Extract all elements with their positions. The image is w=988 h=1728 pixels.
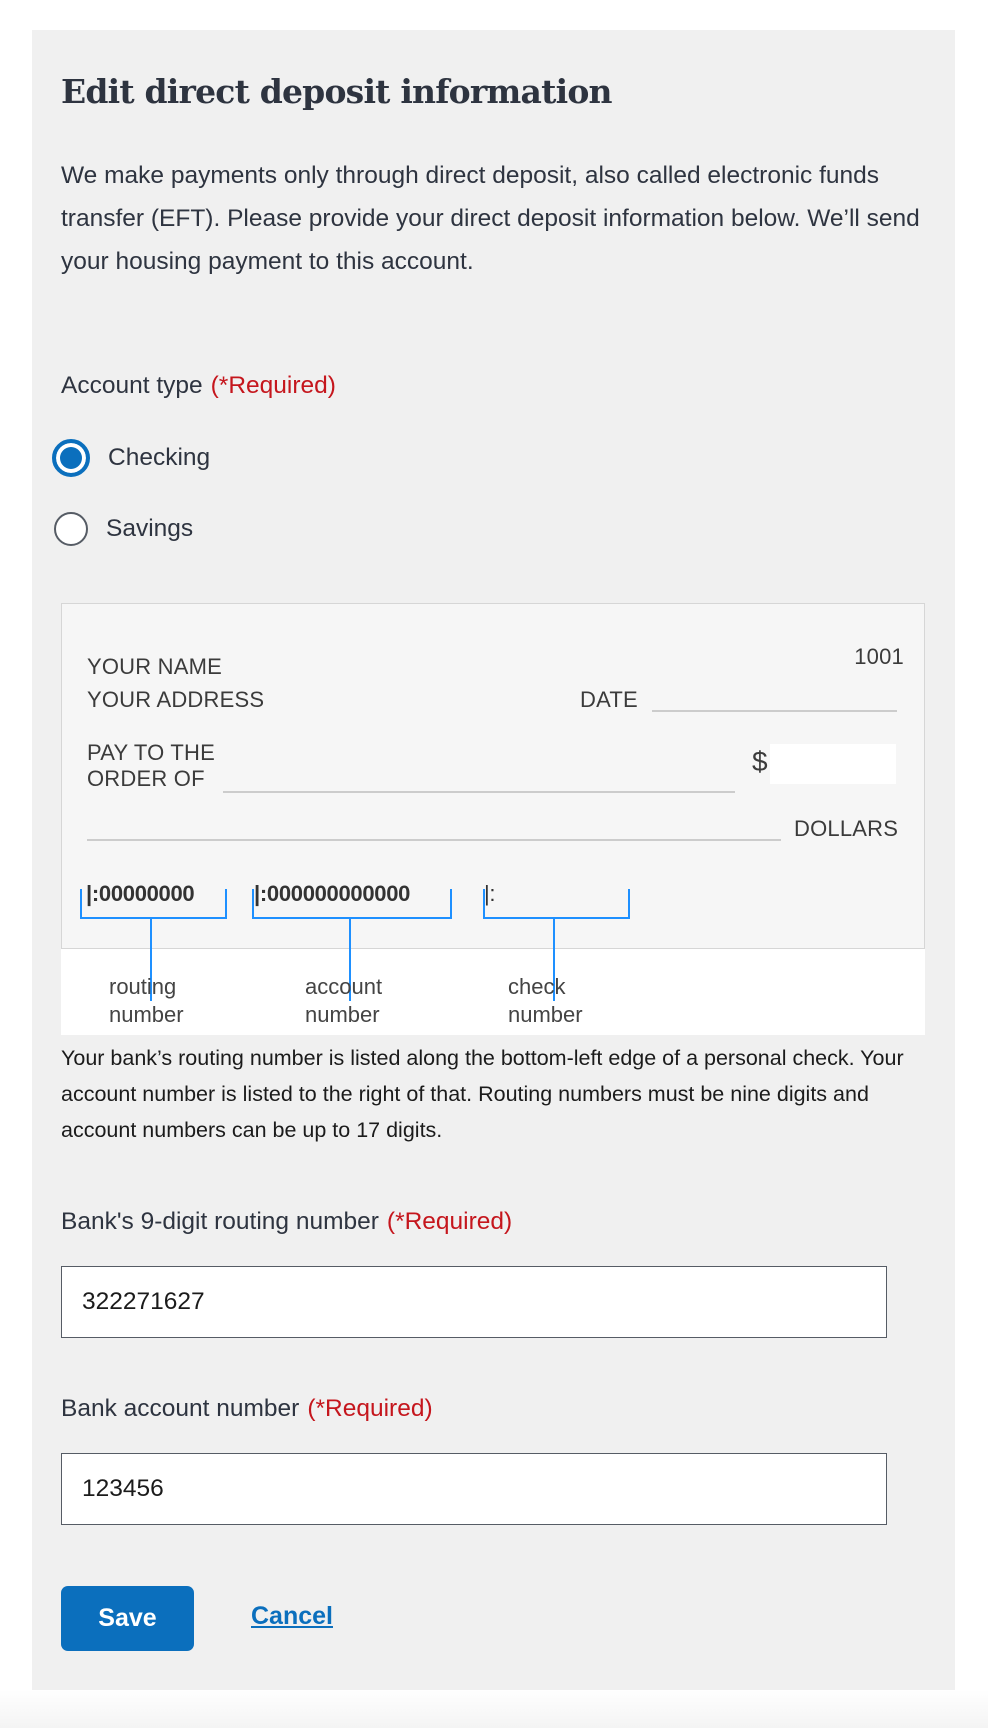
callout-routing-line1: routing (109, 974, 177, 999)
check-your-name: YOUR NAME (87, 654, 223, 679)
payee-line (223, 791, 735, 793)
intro-text: We make payments only through direct dep… (61, 162, 920, 275)
required-indicator: (*Required) (307, 1395, 433, 1422)
callout-routing: routing number (109, 973, 184, 1029)
routing-number-label: Bank's 9-digit routing number (*Required) (61, 1208, 512, 1236)
pay-to-line2: ORDER OF (87, 766, 205, 791)
callout-account-line2: number (305, 1002, 380, 1027)
callout-account: account number (305, 973, 382, 1029)
check-pay-to-label: PAY TO THE ORDER OF (87, 740, 215, 792)
check-number-print: 1001 (854, 644, 904, 669)
callout-account-line1: account (305, 974, 383, 999)
radio-savings[interactable]: Savings (54, 512, 193, 546)
help-text: Your bank’s routing number is listed alo… (61, 1046, 904, 1142)
amount-box (770, 744, 896, 784)
radio-savings-label[interactable]: Savings (106, 515, 193, 543)
check-illustration: YOUR NAME YOUR ADDRESS 1001 DATE PAY TO … (61, 603, 925, 1035)
check-date-label: DATE (580, 687, 638, 712)
routing-number-input[interactable]: 322271627 (61, 1266, 887, 1338)
date-line (652, 710, 897, 712)
radio-selected-icon[interactable] (52, 439, 90, 477)
account-bracket (252, 889, 452, 919)
cancel-link[interactable]: Cancel (251, 1602, 333, 1631)
required-indicator: (*Required) (386, 1208, 513, 1235)
dollar-sign: $ (752, 746, 768, 777)
account-type-label: Account type (*Required) (61, 372, 336, 400)
page-title: Edit direct deposit information (61, 72, 613, 111)
routing-bracket (80, 889, 227, 919)
check-bracket (483, 889, 630, 919)
callout-check-line1: check (508, 974, 566, 999)
callout-check-line2: number (508, 1002, 583, 1027)
radio-unselected-icon[interactable] (54, 512, 88, 546)
account-number-input[interactable]: 123456 (61, 1453, 887, 1525)
sample-check: YOUR NAME YOUR ADDRESS 1001 DATE PAY TO … (61, 603, 925, 949)
callout-check: check number (508, 973, 583, 1029)
radio-checking-label[interactable]: Checking (108, 444, 210, 472)
account-label-text: Bank account number (61, 1395, 300, 1422)
callout-routing-line2: number (109, 1002, 184, 1027)
direct-deposit-form-panel: Edit direct deposit information We make … (32, 30, 955, 1690)
required-indicator: (*Required) (210, 372, 336, 399)
save-button[interactable]: Save (61, 1586, 194, 1651)
dollars-line (87, 839, 781, 841)
check-your-address: YOUR ADDRESS (87, 687, 265, 712)
routing-label-text: Bank's 9-digit routing number (61, 1208, 379, 1235)
page-bottom (0, 1690, 988, 1728)
radio-checking[interactable]: Checking (52, 439, 210, 477)
account-number-label: Bank account number (*Required) (61, 1395, 433, 1423)
check-dollars-label: DOLLARS (794, 816, 899, 841)
account-type-label-text: Account type (61, 372, 203, 399)
pay-to-line1: PAY TO THE (87, 740, 215, 765)
